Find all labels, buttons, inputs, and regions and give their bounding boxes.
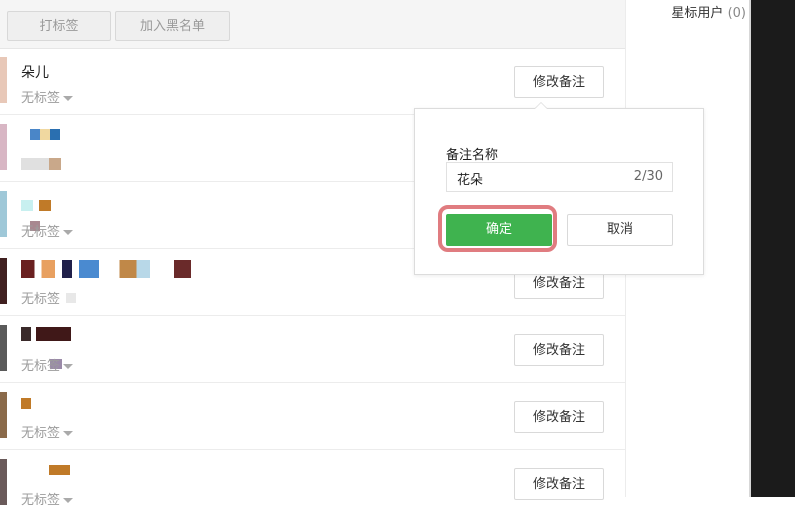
tag-dropdown-label: 无标签 — [21, 292, 61, 307]
avatar[interactable] — [0, 459, 7, 505]
star-users-label: 星标用户 — [671, 6, 724, 21]
remark-input-value: 花朵 — [457, 173, 484, 188]
remark-field-label: 备注名称 — [446, 148, 499, 163]
contact-row: 朵儿 无标签 修改备注 — [0, 49, 625, 115]
tag-dropdown-label: 无标签 — [21, 493, 61, 508]
window-edge — [751, 0, 795, 497]
avatar[interactable] — [0, 392, 7, 438]
contact-row: 无标签 修改备注 — [0, 451, 625, 517]
blurred-nickname — [21, 398, 31, 409]
edit-remark-button[interactable]: 修改备注 — [514, 401, 604, 433]
avatar[interactable] — [0, 124, 7, 170]
blurred-nickname — [40, 465, 70, 475]
blurred-tag — [21, 158, 61, 170]
blurred-nickname — [21, 327, 71, 341]
contact-row: 无标签 修改备注 — [0, 384, 625, 450]
tag-dropdown[interactable]: 无标签 — [21, 489, 74, 508]
cancel-button[interactable]: 取消 — [567, 214, 673, 246]
caret-down-icon — [63, 431, 74, 436]
edit-remark-button[interactable]: 修改备注 — [514, 66, 604, 98]
tag-dropdown-label: 无标签 — [21, 225, 61, 240]
edit-remark-popup: 备注名称 花朵 2/30 确定 取消 — [414, 108, 704, 275]
edit-remark-button[interactable]: 修改备注 — [514, 334, 604, 366]
caret-down-icon — [63, 498, 74, 503]
caret-down-icon — [63, 230, 74, 235]
contact-row: 无标签 修改备注 — [0, 317, 625, 383]
remark-input[interactable]: 花朵 2/30 — [446, 162, 673, 192]
avatar[interactable] — [0, 57, 7, 103]
tag-dropdown[interactable]: 无标签 — [21, 87, 74, 106]
caret-down-icon — [63, 96, 74, 101]
toolbar: 打标签 加入黑名单 — [0, 0, 625, 49]
tag-dropdown[interactable]: 无标签 — [21, 221, 74, 240]
tag-dropdown[interactable]: 无标签 — [21, 288, 77, 307]
tag-dropdown-label: 无标签 — [21, 359, 61, 374]
contact-nickname: 朵儿 — [21, 65, 49, 81]
blurred-tag — [66, 293, 77, 303]
tag-dropdown[interactable]: 无标签 — [21, 422, 74, 441]
tag-button[interactable]: 打标签 — [7, 11, 111, 41]
star-users-link[interactable]: 星标用户 (0) — [671, 2, 746, 21]
popup-arrow-inner — [535, 103, 547, 109]
tag-dropdown-label: 无标签 — [21, 91, 61, 106]
avatar[interactable] — [0, 191, 7, 237]
confirm-button[interactable]: 确定 — [446, 214, 552, 246]
tag-dropdown-label: 无标签 — [21, 426, 61, 441]
avatar[interactable] — [0, 258, 7, 304]
avatar[interactable] — [0, 325, 7, 371]
blurred-nickname — [30, 129, 60, 140]
blurred-nickname — [21, 200, 51, 211]
blacklist-button[interactable]: 加入黑名单 — [115, 11, 230, 41]
caret-down-icon — [63, 364, 74, 369]
char-counter: 2/30 — [633, 169, 663, 184]
star-users-count: (0) — [727, 6, 746, 21]
tag-dropdown[interactable]: 无标签 — [21, 355, 74, 374]
edit-remark-button[interactable]: 修改备注 — [514, 468, 604, 500]
blurred-nickname — [21, 260, 191, 278]
